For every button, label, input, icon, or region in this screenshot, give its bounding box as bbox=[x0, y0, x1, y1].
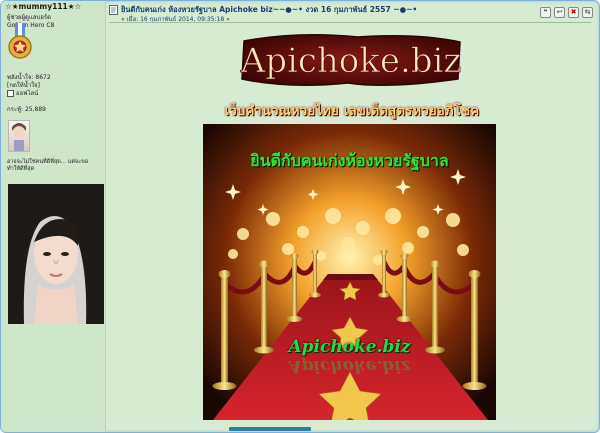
post-frame: ☆★mummy111★☆ ผู้ช่วยผู้ดูแลบอร์ด Golden … bbox=[0, 0, 600, 433]
user-signature: อาจจะไม่ใช่คนที่ดีที่สุด... แต่จะขอทำให้… bbox=[7, 159, 89, 172]
post-document-icon bbox=[109, 5, 118, 15]
congratulations-banner: ยินดีกับคนเก่งห้องหวยรัฐบาล Apichoke.biz… bbox=[203, 124, 496, 420]
banner-site-reflection: Apichoke.biz bbox=[288, 356, 411, 376]
reply-icon[interactable]: ↩ bbox=[554, 7, 565, 18]
avatar-portrait-icon bbox=[8, 184, 104, 324]
split-icon[interactable]: ⇆ bbox=[582, 7, 593, 18]
username-link[interactable]: ☆★mummy111★☆ bbox=[5, 2, 81, 11]
user-info-panel: ☆★mummy111★☆ ผู้ช่วยผู้ดูแลบอร์ด Golden … bbox=[1, 1, 106, 432]
header-divider bbox=[109, 22, 591, 23]
site-logo: Apichoke.biz bbox=[239, 34, 462, 86]
site-tagline: เว็บคำนวณหวยไทย เลขเด็ดสูตรหวยอภิโชค bbox=[217, 97, 487, 119]
tagline-text: เว็บคำนวณหวยไทย เลขเด็ดสูตรหวยอภิโชค bbox=[224, 104, 480, 119]
user-post-count: กระทู้: 25,889 bbox=[7, 106, 46, 113]
banner-caption: ยินดีกับคนเก่งห้องหวยรัฐบาล bbox=[250, 151, 449, 170]
user-avatar bbox=[8, 184, 104, 324]
user-rank-title: ผู้ช่วยผู้ดูแลบอร์ด bbox=[7, 14, 51, 21]
horizontal-scrollbar[interactable] bbox=[229, 427, 311, 431]
quote-icon[interactable]: ❝ bbox=[540, 7, 551, 18]
post-toolbar: ❝ ↩ ✖ ⇆ bbox=[540, 7, 593, 18]
user-small-avatar bbox=[8, 120, 30, 152]
delete-icon[interactable]: ✖ bbox=[568, 7, 579, 18]
banner-site-name: Apichoke.biz bbox=[288, 337, 411, 357]
online-status-label: ออฟไลน์ bbox=[16, 90, 39, 97]
logo-text: Apichoke.biz bbox=[240, 41, 462, 81]
online-status: ออฟไลน์ bbox=[7, 88, 38, 98]
small-avatar-icon bbox=[12, 123, 26, 151]
offline-icon bbox=[7, 90, 14, 97]
rank-medal-icon bbox=[8, 23, 32, 59]
